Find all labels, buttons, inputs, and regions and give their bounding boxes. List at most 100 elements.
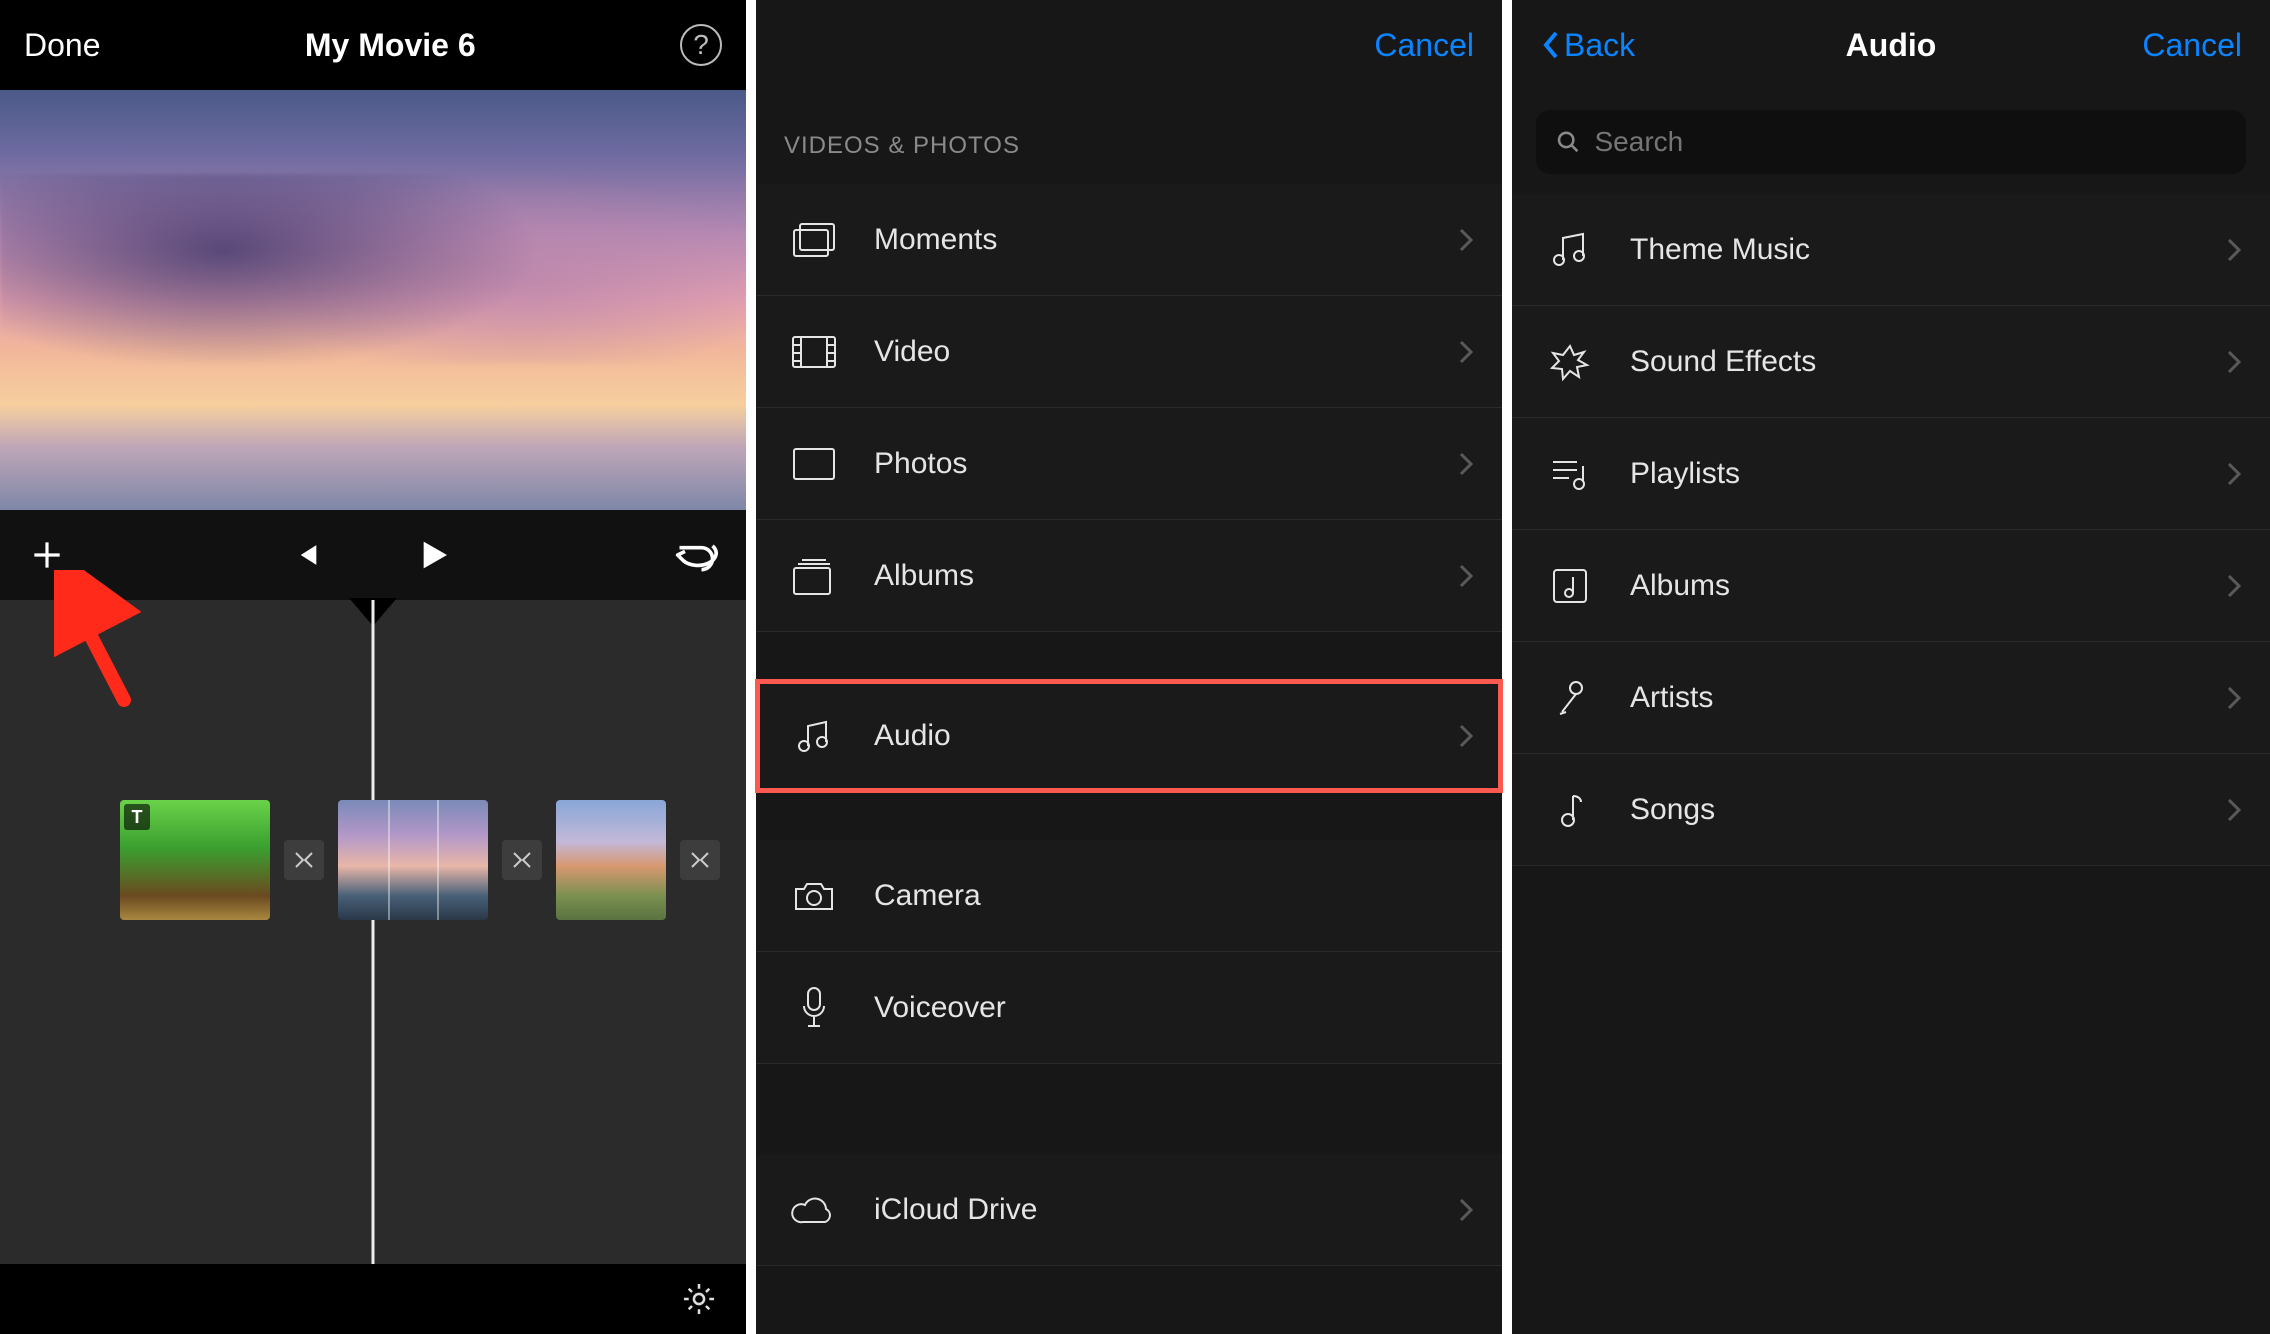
undo-icon [674, 538, 718, 572]
row-label: Playlists [1630, 457, 2226, 491]
editor-header: Done My Movie 6 ? [0, 0, 746, 90]
row-albums[interactable]: Albums [756, 520, 1502, 632]
song-icon [1555, 790, 1585, 830]
camera-icon [792, 879, 836, 913]
row-photos[interactable]: Photos [756, 408, 1502, 520]
back-button[interactable]: Back [1540, 27, 1635, 64]
chevron-right-icon [2226, 685, 2242, 711]
transition-icon [510, 848, 534, 872]
chevron-right-icon [2226, 237, 2242, 263]
audio-panel: Back Audio Cancel Theme Music Sound Effe… [1512, 0, 2270, 1334]
row-playlists[interactable]: Playlists [1512, 418, 2270, 530]
chevron-right-icon [1458, 1197, 1474, 1223]
row-artists[interactable]: Artists [1512, 642, 2270, 754]
skip-back-button[interactable] [288, 538, 322, 572]
timeline-clip[interactable]: T [120, 800, 270, 920]
row-label: Voiceover [874, 991, 1474, 1025]
music-icon [1551, 230, 1589, 270]
playlist-icon [1549, 456, 1591, 492]
audio-title: Audio [1846, 27, 1937, 64]
chevron-right-icon [2226, 349, 2242, 375]
audio-icon [794, 716, 834, 756]
cancel-button[interactable]: Cancel [1374, 27, 1474, 64]
search-input[interactable] [1595, 126, 2227, 158]
row-albums[interactable]: Albums [1512, 530, 2270, 642]
chevron-right-icon [1458, 563, 1474, 589]
row-icloud-drive[interactable]: iCloud Drive [756, 1154, 1502, 1266]
skip-back-icon [288, 538, 322, 572]
row-label: iCloud Drive [874, 1193, 1458, 1227]
plus-icon [28, 536, 66, 574]
row-audio[interactable]: Audio [756, 680, 1502, 792]
title-badge: T [124, 804, 150, 830]
transition-button[interactable] [680, 840, 720, 880]
artist-icon [1552, 678, 1588, 718]
help-button[interactable]: ? [680, 24, 722, 66]
chevron-right-icon [2226, 461, 2242, 487]
done-button[interactable]: Done [24, 27, 101, 64]
row-songs[interactable]: Songs [1512, 754, 2270, 866]
chevron-right-icon [2226, 797, 2242, 823]
project-title: My Movie 6 [305, 27, 476, 64]
row-label: Photos [874, 447, 1458, 481]
chevron-right-icon [1458, 339, 1474, 365]
media-picker-panel: Cancel VIDEOS & PHOTOS Moments Video Pho… [756, 0, 1512, 1334]
transition-button[interactable] [284, 840, 324, 880]
row-label: Sound Effects [1630, 345, 2226, 379]
row-moments[interactable]: Moments [756, 184, 1502, 296]
photos-icon [792, 447, 836, 481]
bottom-toolbar [0, 1264, 746, 1334]
row-label: Theme Music [1630, 233, 2226, 267]
video-preview[interactable] [0, 90, 746, 510]
row-sound-effects[interactable]: Sound Effects [1512, 306, 2270, 418]
gear-icon [680, 1280, 718, 1318]
row-label: Moments [874, 223, 1458, 257]
chevron-right-icon [1458, 227, 1474, 253]
microphone-icon [800, 986, 828, 1030]
help-icon: ? [693, 29, 709, 61]
chevron-left-icon [1540, 29, 1560, 61]
row-label: Audio [874, 719, 1458, 753]
albums-icon [792, 556, 836, 596]
timeline[interactable]: T [0, 600, 746, 1264]
timeline-clip[interactable] [338, 800, 488, 920]
row-label: Camera [874, 879, 1474, 913]
transition-icon [688, 848, 712, 872]
row-label: Albums [874, 559, 1458, 593]
video-icon [791, 335, 837, 369]
cloud-icon [791, 1194, 837, 1226]
row-video[interactable]: Video [756, 296, 1502, 408]
row-label: Artists [1630, 681, 2226, 715]
transition-icon [292, 848, 316, 872]
search-container [1512, 90, 2270, 194]
row-theme-music[interactable]: Theme Music [1512, 194, 2270, 306]
row-camera[interactable]: Camera [756, 840, 1502, 952]
transport-bar [0, 510, 746, 600]
add-media-button[interactable] [28, 536, 66, 574]
undo-button[interactable] [674, 538, 718, 572]
audio-header: Back Audio Cancel [1512, 0, 2270, 90]
editor-panel: Done My Movie 6 ? T [0, 0, 756, 1334]
section-header-videos-photos: VIDEOS & PHOTOS [756, 90, 1502, 184]
search-field[interactable] [1536, 110, 2246, 174]
timeline-clip[interactable] [556, 800, 666, 920]
playhead-line[interactable] [372, 600, 375, 1264]
play-button[interactable] [412, 535, 452, 575]
album-icon [1551, 567, 1589, 605]
settings-button[interactable] [680, 1280, 718, 1318]
play-icon [412, 535, 452, 575]
row-label: Albums [1630, 569, 2226, 603]
moments-icon [792, 220, 836, 260]
media-picker-header: Cancel [756, 0, 1502, 90]
row-label: Video [874, 335, 1458, 369]
clip-row: T [0, 800, 746, 920]
back-label: Back [1564, 27, 1635, 64]
chevron-right-icon [1458, 723, 1474, 749]
row-label: Songs [1630, 793, 2226, 827]
cancel-button[interactable]: Cancel [2142, 27, 2242, 64]
chevron-right-icon [2226, 573, 2242, 599]
row-voiceover[interactable]: Voiceover [756, 952, 1502, 1064]
search-icon [1556, 129, 1581, 155]
transition-button[interactable] [502, 840, 542, 880]
chevron-right-icon [1458, 451, 1474, 477]
